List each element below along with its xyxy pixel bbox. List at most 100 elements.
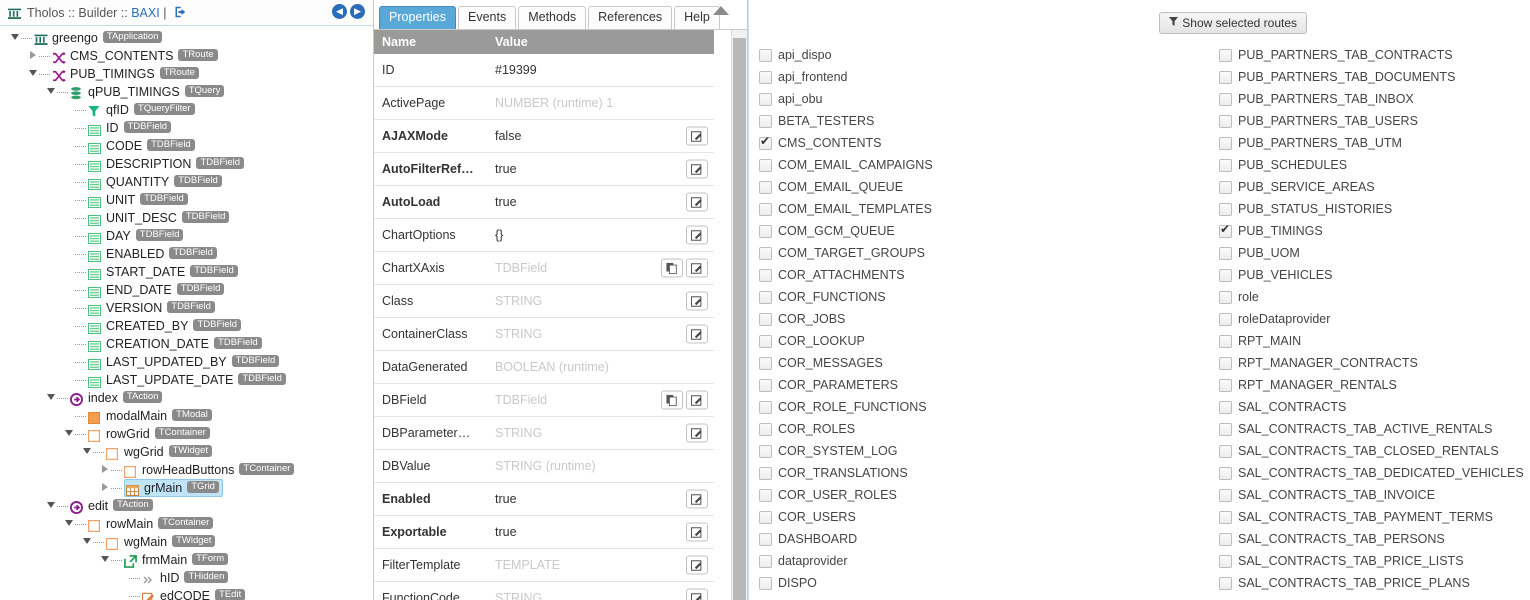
tree-expand-icon[interactable] (98, 479, 111, 497)
tree-node[interactable]: CMS_CONTENTS TRoute (0, 47, 373, 65)
tree-node[interactable]: QUANTITY TDBField (0, 173, 373, 191)
property-row[interactable]: Enabled true (374, 482, 714, 516)
route-checkbox[interactable] (1219, 334, 1232, 348)
tree-collapse-icon[interactable] (80, 443, 93, 461)
tree-node-content[interactable]: UNIT TDBField (88, 191, 188, 209)
route-checkbox[interactable] (1219, 114, 1232, 128)
tree-node[interactable]: LAST_UPDATE_DATE TDBField (0, 371, 373, 389)
route-checkbox[interactable] (1219, 92, 1232, 106)
tree-collapse-icon[interactable] (44, 83, 57, 101)
tree-collapse-icon[interactable] (62, 425, 75, 443)
tree-node[interactable]: modalMain TModal (0, 407, 373, 425)
route-checkbox[interactable] (759, 444, 772, 458)
tree-node-content[interactable]: edCODE TEdit (141, 587, 246, 600)
route-item[interactable]: RPT_MANAGER_RENTALS (1219, 374, 1519, 396)
route-item[interactable]: api_frontend (759, 66, 1219, 88)
route-checkbox[interactable] (759, 488, 772, 502)
route-checkbox[interactable] (759, 356, 772, 370)
route-item[interactable]: COM_EMAIL_CAMPAIGNS (759, 154, 1219, 176)
property-value-cell[interactable]: TDBField (487, 383, 714, 417)
property-row[interactable]: ActivePage NUMBER (runtime) 1 (374, 86, 714, 120)
tree-expand-icon[interactable] (98, 461, 111, 479)
property-value-cell[interactable]: #19399 (487, 54, 714, 87)
route-item[interactable]: PUB_VEHICLES (1219, 264, 1519, 286)
tree-node-content[interactable]: ID TDBField (88, 119, 172, 137)
property-row[interactable]: AutoLoad true (374, 185, 714, 219)
route-item[interactable]: SAL_CONTRACTS_TAB_PRICE_LISTS (1219, 550, 1519, 572)
tree-node-content[interactable]: START_DATE TDBField (88, 263, 238, 281)
tree-node-content[interactable]: CODE TDBField (88, 137, 195, 155)
route-checkbox[interactable] (759, 312, 772, 326)
route-item[interactable]: COR_FUNCTIONS (759, 286, 1219, 308)
tree-node-content[interactable]: hID THidden (142, 569, 229, 587)
property-value-cell[interactable]: TDBField (487, 251, 714, 285)
route-item[interactable]: COM_EMAIL_QUEUE (759, 176, 1219, 198)
tree-expand-icon[interactable] (26, 47, 39, 65)
property-value-cell[interactable]: BOOLEAN (runtime) (487, 350, 714, 384)
route-item[interactable]: PUB_UOM (1219, 242, 1519, 264)
tree-node-content[interactable]: LAST_UPDATED_BY TDBField (88, 353, 280, 371)
property-value-cell[interactable]: false (487, 119, 714, 153)
tree-node[interactable]: UNIT_DESC TDBField (0, 209, 373, 227)
tree-node-content[interactable]: CMS_CONTENTS TRoute (52, 47, 218, 65)
edit-value-button[interactable] (686, 225, 708, 245)
tree-node-content[interactable]: frmMain TForm (124, 551, 229, 569)
edit-value-button[interactable] (686, 489, 708, 509)
route-checkbox[interactable] (1219, 246, 1232, 260)
route-item[interactable]: PUB_PARTNERS_TAB_USERS (1219, 110, 1519, 132)
edit-value-button[interactable] (686, 588, 708, 600)
route-checkbox[interactable] (759, 466, 772, 480)
object-tree[interactable]: greengo TApplication CMS_CONTENTS TRoute PUB… (0, 26, 373, 600)
route-item[interactable]: BETA_TESTERS (759, 110, 1219, 132)
nav-prev-button[interactable]: ◀ (332, 4, 347, 19)
route-checkbox[interactable] (1219, 202, 1232, 216)
tree-node-content[interactable]: wgMain TWidget (105, 533, 216, 551)
route-item[interactable]: SAL_CONTRACTS_TAB_PRICE_PLANS (1219, 572, 1519, 594)
route-checkbox[interactable] (1219, 400, 1232, 414)
route-item[interactable]: PUB_PARTNERS_TAB_INBOX (1219, 88, 1519, 110)
tree-node[interactable]: ID TDBField (0, 119, 373, 137)
route-item[interactable]: DASHBOARD (759, 528, 1219, 550)
route-checkbox[interactable] (1219, 444, 1232, 458)
route-checkbox[interactable] (1219, 312, 1232, 326)
tree-node[interactable]: ENABLED TDBField (0, 245, 373, 263)
property-value-cell[interactable]: STRING (487, 317, 714, 351)
tree-node[interactable]: CREATION_DATE TDBField (0, 335, 373, 353)
route-checkbox[interactable] (1219, 422, 1232, 436)
edit-value-button[interactable] (686, 258, 708, 278)
route-checkbox[interactable] (759, 532, 772, 546)
tree-node[interactable]: qPUB_TIMINGS TQuery (0, 83, 373, 101)
route-item[interactable]: COM_TARGET_GROUPS (759, 242, 1219, 264)
route-item[interactable]: COR_ROLE_FUNCTIONS (759, 396, 1219, 418)
tree-node-content[interactable]: rowGrid TContainer (87, 425, 210, 443)
edit-value-button[interactable] (686, 291, 708, 311)
route-checkbox[interactable] (759, 400, 772, 414)
tree-node-content[interactable]: rowHeadButtons TContainer (123, 461, 295, 479)
tab-properties[interactable]: Properties (379, 6, 456, 29)
tree-node[interactable]: END_DATE TDBField (0, 281, 373, 299)
route-checkbox[interactable] (1219, 222, 1232, 238)
route-item[interactable]: SAL_CONTRACTS_TAB_DEDICATED_VEHICLES (1219, 462, 1524, 484)
route-checkbox[interactable] (759, 180, 772, 194)
route-item[interactable]: PUB_PARTNERS_TAB_UTM (1219, 132, 1519, 154)
tree-node-content[interactable]: LAST_UPDATE_DATE TDBField (88, 371, 286, 389)
route-item[interactable]: api_obu (759, 88, 1219, 110)
tree-node[interactable]: CODE TDBField (0, 137, 373, 155)
property-value-cell[interactable]: true (487, 185, 714, 219)
tree-collapse-icon[interactable] (44, 497, 57, 515)
route-checkbox[interactable] (1219, 158, 1232, 172)
tree-node[interactable]: rowMain TContainer (0, 515, 373, 533)
tree-node[interactable]: greengo TApplication (0, 29, 373, 47)
tree-node-content[interactable]: VERSION TDBField (88, 299, 215, 317)
property-row[interactable]: FunctionCode STRING (374, 581, 714, 600)
property-value-cell[interactable]: NUMBER (runtime) 1 (487, 86, 714, 120)
route-item[interactable]: COM_GCM_QUEUE (759, 220, 1219, 242)
property-value-cell[interactable]: STRING (487, 416, 714, 450)
tree-node-content[interactable]: index TAction (70, 389, 163, 407)
route-item[interactable]: COR_TRANSLATIONS (759, 462, 1219, 484)
edit-value-button[interactable] (686, 390, 708, 410)
route-checkbox[interactable] (1219, 70, 1232, 84)
route-checkbox[interactable] (759, 378, 772, 392)
route-checkbox[interactable] (759, 554, 772, 568)
copy-value-button[interactable] (661, 390, 683, 410)
